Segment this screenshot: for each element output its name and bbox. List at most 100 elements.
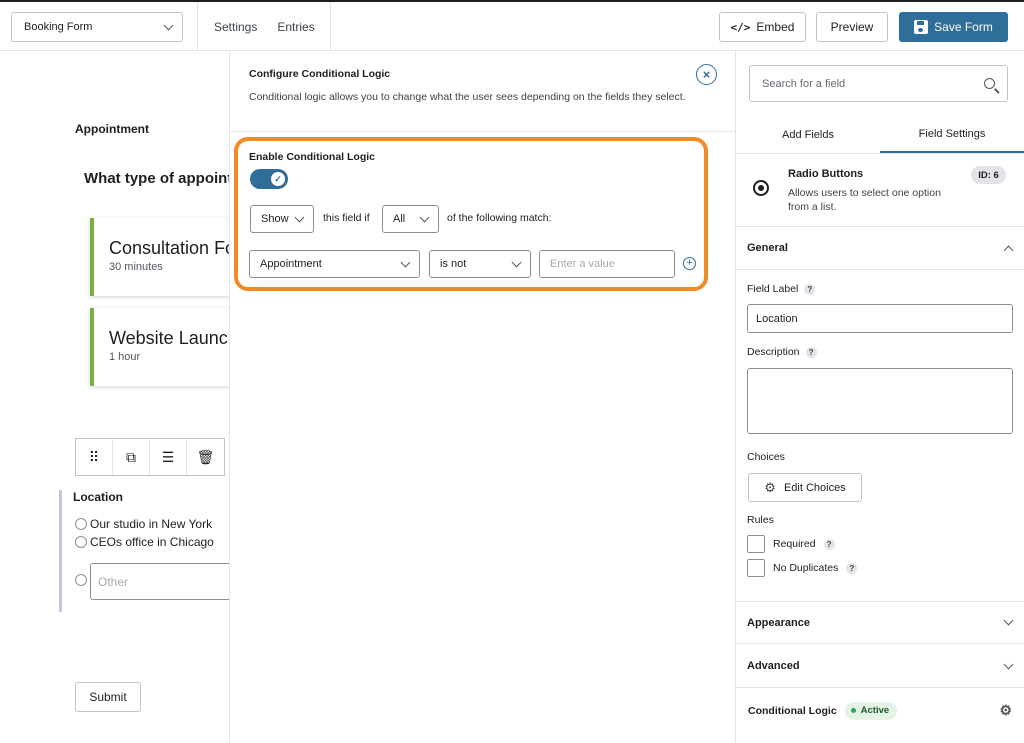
rules-label: Rules [747, 514, 774, 526]
preview-label: Preview [830, 20, 874, 34]
field-label-label: Field Label ? [747, 283, 816, 295]
location-label: Location [73, 490, 123, 504]
chevron-down-icon [419, 212, 430, 222]
save-icon [914, 20, 929, 34]
radio-button-icon [753, 180, 769, 196]
form-selector-value: Booking Form [24, 21, 93, 33]
edit-choices-label: Edit Choices [783, 481, 846, 494]
help-icon[interactable]: ? [846, 562, 858, 574]
match-value: All [393, 213, 406, 225]
gear-icon: ⚙ [764, 479, 776, 495]
check-icon: ✓ [271, 172, 285, 186]
required-checkbox[interactable] [747, 535, 765, 553]
embed-button[interactable]: </> Embed [719, 12, 806, 42]
question-label: What type of appointment [84, 170, 229, 187]
submit-button[interactable]: Submit [75, 682, 141, 712]
field-type-description: Allows users to select one option from a… [788, 187, 941, 213]
choice-subtitle: 1 hour [109, 351, 141, 363]
conditional-logic-label: Conditional Logic [748, 704, 837, 717]
appearance-label: Appearance [747, 616, 810, 629]
description-label-text: Description [747, 346, 800, 358]
rule-field-value: Appointment [260, 258, 322, 270]
no-duplicates-checkbox-row[interactable]: No Duplicates ? [747, 559, 858, 577]
field-toolbar: ⠿ ⧉ ☰ 🗑 [75, 438, 225, 476]
form-canvas: Appointment What type of appointment Con… [0, 52, 229, 743]
field-type-name: Radio Buttons [788, 168, 864, 180]
chevron-down-icon [511, 257, 522, 267]
settings-sliders-icon[interactable]: ☰ [150, 439, 187, 475]
help-icon[interactable]: ? [823, 538, 835, 550]
radio-option-other[interactable] [75, 574, 87, 586]
this-field-if-text: this field if [323, 212, 370, 224]
choice-title: Website Launch [109, 328, 229, 348]
add-rule-icon[interactable]: + [683, 257, 696, 270]
no-duplicates-checkbox[interactable] [747, 559, 765, 577]
conditional-logic-row[interactable]: Conditional Logic Active ⚙ [736, 689, 1024, 732]
following-match-text: of the following match: [447, 212, 552, 224]
chevron-down-icon [1003, 659, 1014, 669]
right-sidebar: Search for a field Add Fields Field Sett… [736, 52, 1024, 743]
status-dot-icon [850, 708, 856, 713]
nav-settings[interactable]: Settings [214, 20, 257, 34]
form-selector[interactable]: Booking Form [11, 12, 183, 42]
duplicate-icon[interactable]: ⧉ [113, 439, 150, 475]
nav-entries[interactable]: Entries [277, 20, 314, 34]
trash-icon[interactable]: 🗑 [187, 439, 224, 475]
rule-field-select[interactable]: Appointment [249, 250, 420, 278]
field-label-input[interactable]: Location [747, 304, 1013, 333]
tab-add-fields[interactable]: Add Fields [736, 116, 880, 153]
selected-field-indicator [59, 490, 62, 612]
general-label: General [747, 242, 788, 254]
save-label: Save Form [934, 20, 993, 34]
general-section-header[interactable]: General [736, 227, 1024, 270]
enable-toggle[interactable]: ✓ [250, 169, 288, 189]
rule-operator-select[interactable]: is not [429, 250, 531, 278]
no-duplicates-label: No Duplicates [773, 562, 839, 574]
radio-icon [75, 536, 87, 548]
edit-choices-button[interactable]: ⚙ Edit Choices [748, 473, 862, 502]
rule-value-input[interactable]: Enter a value [539, 250, 675, 278]
radio-option-label: CEOs office in Chicago [90, 535, 214, 549]
conditional-logic-panel: Configure Conditional Logic Conditional … [229, 52, 736, 743]
radio-icon [75, 574, 87, 586]
radio-option[interactable]: CEOs office in Chicago [75, 535, 214, 549]
code-icon: </> [730, 20, 751, 34]
save-form-button[interactable]: Save Form [899, 12, 1008, 42]
radio-option-label: Our studio in New York [90, 517, 213, 531]
advanced-section-header[interactable]: Advanced [736, 645, 1024, 688]
action-select[interactable]: Show [250, 205, 314, 233]
chevron-up-icon [1003, 245, 1014, 255]
radio-option[interactable]: Our studio in New York [75, 517, 212, 531]
description-textarea[interactable] [747, 368, 1013, 434]
section-title: Appointment [75, 122, 149, 136]
search-icon [984, 78, 995, 89]
drag-handle-icon[interactable]: ⠿ [76, 439, 113, 475]
tab-field-settings[interactable]: Field Settings [880, 116, 1024, 153]
other-input[interactable]: Other [90, 563, 229, 600]
appearance-section-header[interactable]: Appearance [736, 601, 1024, 644]
sidebar-tabs: Add Fields Field Settings [736, 116, 1024, 154]
top-nav: Settings Entries [197, 2, 331, 51]
match-select[interactable]: All [382, 205, 439, 233]
enable-label: Enable Conditional Logic [249, 151, 375, 163]
required-label: Required [773, 538, 816, 550]
close-icon[interactable]: × [696, 64, 717, 85]
description-label: Description ? [747, 346, 817, 358]
gear-icon[interactable]: ⚙ [999, 702, 1012, 719]
help-icon[interactable]: ? [804, 283, 816, 295]
help-icon[interactable]: ? [805, 346, 817, 358]
choice-card[interactable]: Consultation Form 30 minutes [90, 218, 229, 296]
field-search-input[interactable]: Search for a field [749, 65, 1008, 102]
embed-label: Embed [756, 20, 795, 34]
field-label-text: Field Label [747, 283, 799, 295]
panel-description: Conditional logic allows you to change w… [249, 91, 686, 103]
choice-subtitle: 30 minutes [109, 261, 163, 273]
field-id-badge: ID: 6 [971, 166, 1006, 184]
choice-card[interactable]: Website Launch 1 hour [90, 308, 229, 386]
radio-icon [75, 518, 87, 530]
panel-title: Configure Conditional Logic [249, 68, 391, 80]
preview-button[interactable]: Preview [816, 12, 888, 42]
chevron-down-icon [400, 257, 411, 267]
required-checkbox-row[interactable]: Required ? [747, 535, 835, 553]
search-placeholder: Search for a field [762, 77, 846, 90]
